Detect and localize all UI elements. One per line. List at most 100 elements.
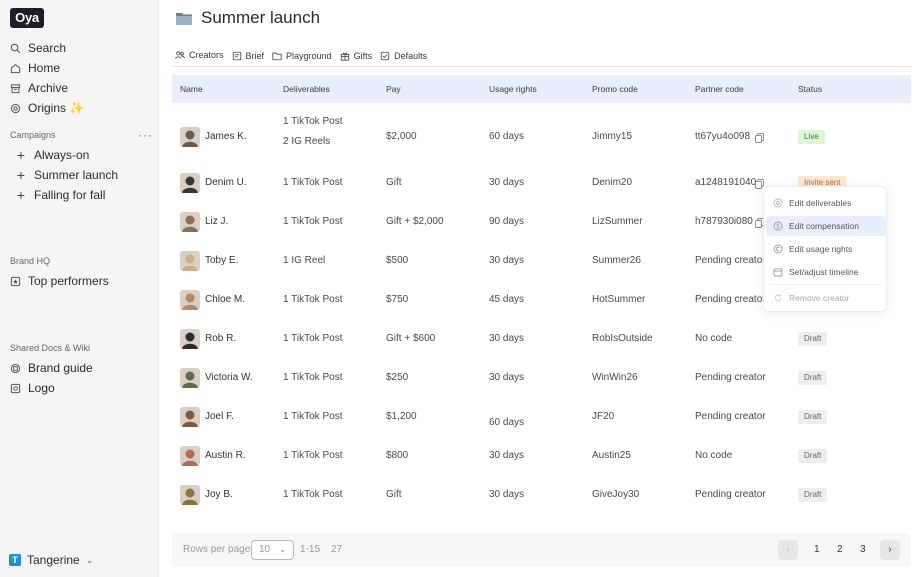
sidebar-item-origins[interactable]: Origins ✨	[10, 98, 84, 118]
pay-value: $2,000	[386, 131, 417, 142]
creator-name[interactable]: Austin R.	[205, 450, 246, 461]
menu-item-label: Remove creator	[789, 293, 850, 303]
deliverable-item: 1 TikTok Post	[283, 372, 343, 383]
creator-name[interactable]: Victoria W.	[205, 372, 253, 383]
promo-code-value: Summer26	[592, 255, 641, 266]
menu-item-edit-deliverables[interactable]: Edit deliverables	[766, 193, 886, 213]
deliverable-item: 1 TikTok Post	[283, 177, 343, 188]
status-badge: Draft	[798, 449, 828, 463]
workspace-switcher[interactable]: T Tangerine ⌄	[9, 553, 93, 567]
copy-icon[interactable]	[755, 132, 764, 143]
column-header-promo-code[interactable]: Promo code	[592, 75, 638, 103]
page-1[interactable]: 1	[814, 533, 820, 567]
tab-defaults[interactable]: Defaults	[378, 49, 433, 67]
table-row[interactable]: Victoria W. 1 TikTok Post $250 30 days WinWi…	[172, 365, 911, 395]
chevron-down-icon: ⌄	[85, 554, 94, 565]
table-row[interactable]: Joy B. 1 TikTok Post Gift 30 days GiveJoy30 P…	[172, 482, 911, 512]
tab-playground[interactable]: Playground	[270, 49, 338, 67]
deliverable-item: 1 TikTok Post	[283, 411, 343, 422]
creator-name[interactable]: Chloe M.	[205, 294, 245, 305]
tab-label: Gifts	[353, 50, 373, 61]
oya-logo[interactable]: Oya	[10, 8, 44, 28]
book-icon	[10, 363, 21, 374]
deliverable-item: 1 TikTok Post	[283, 450, 343, 461]
page-3[interactable]: 3	[860, 533, 866, 567]
sidebar-item-logo[interactable]: Logo	[10, 378, 55, 398]
sidebar-item-top-performers[interactable]: Top performers	[10, 271, 109, 291]
column-header-name[interactable]: Name	[180, 75, 203, 103]
status-badge: Draft	[798, 410, 828, 424]
partner-code-value: h787930i080	[695, 216, 753, 227]
sidebar-item-always-on[interactable]: + Always-on	[16, 145, 89, 165]
chevron-right-icon: ›	[888, 544, 892, 555]
sidebar-item-archive[interactable]: Archive	[10, 78, 68, 98]
sidebar-item-label: Origins ✨	[28, 101, 85, 115]
sidebar-item-falling-for-fall[interactable]: + Falling for fall	[16, 185, 105, 205]
menu-item-remove-creator[interactable]: Remove creator	[766, 288, 886, 308]
pagination-bar: Rows per page 10 ⌄ 1-15 27 ‹ 1 2 3 ›	[172, 533, 911, 567]
column-header-status[interactable]: Status	[798, 75, 822, 103]
deliverable-item: 1 TikTok Post	[283, 216, 343, 227]
page-2[interactable]: 2	[837, 533, 843, 567]
rows-per-page-select[interactable]: 10 ⌄	[251, 540, 294, 560]
tab-gifts[interactable]: Gifts	[338, 49, 379, 67]
usage-rights-value: 30 days	[489, 255, 525, 266]
sidebar-item-label: Archive	[28, 81, 69, 95]
creator-name[interactable]: Toby E.	[205, 255, 238, 266]
avatar	[180, 329, 200, 349]
tab-divider	[172, 66, 912, 67]
sidebar-item-search[interactable]: Search	[10, 38, 66, 58]
creator-name[interactable]: Joy B.	[205, 489, 233, 500]
menu-item-edit-compensation[interactable]: $ Edit compensation	[766, 216, 886, 236]
table-row[interactable]: Joel F. 1 TikTok Post $1,200 60 days JF20 Pen…	[172, 404, 911, 434]
plus-icon: +	[16, 147, 26, 163]
status-badge: Draft	[798, 371, 828, 385]
sidebar-item-home[interactable]: Home	[10, 58, 60, 78]
column-header-pay[interactable]: Pay	[386, 75, 401, 103]
table-row[interactable]: Austin R. 1 TikTok Post $800 30 days Austin2…	[172, 443, 911, 473]
copyright-icon	[773, 244, 783, 254]
copy-icon[interactable]	[755, 178, 764, 189]
pay-value: $1,200	[386, 411, 417, 422]
sidebar-item-brand-guide[interactable]: Brand guide	[10, 358, 93, 378]
promo-code-value: RobIsOutside	[592, 333, 653, 344]
column-header-usage-rights[interactable]: Usage rights	[489, 75, 537, 103]
sidebar-item-summer-launch[interactable]: + Summer launch	[16, 165, 118, 185]
creator-name[interactable]: Joel F.	[205, 411, 234, 422]
brand-hq-section-label: Brand HQ	[10, 256, 51, 266]
image-icon	[10, 383, 21, 394]
menu-item-edit-usage-rights[interactable]: Edit usage rights	[766, 239, 886, 259]
total-count: 27	[331, 544, 343, 555]
promo-code-value: Jimmy15	[592, 131, 633, 142]
table-row[interactable]: James K. 1 TikTok Post 2 IG Reels $2,000 60 …	[172, 116, 911, 148]
menu-item-label: Edit deliverables	[789, 198, 852, 208]
creator-name[interactable]: Liz J.	[205, 216, 228, 227]
tab-label: Defaults	[394, 50, 428, 61]
deliverable-item: 2 IG Reels	[283, 136, 331, 147]
column-header-deliverables[interactable]: Deliverables	[283, 75, 330, 103]
tab-label: Creators	[189, 50, 224, 60]
next-page-button[interactable]: ›	[880, 540, 900, 560]
sidebar-item-label: Home	[28, 61, 61, 75]
table-row[interactable]: Rob R. 1 TikTok Post Gift + $600 30 days Rob…	[172, 326, 911, 356]
creator-name[interactable]: Rob R.	[205, 333, 236, 344]
tab-brief[interactable]: Brief	[230, 49, 271, 67]
deliverable-item: 1 TikTok Post	[283, 294, 343, 305]
menu-item-set-timeline[interactable]: Set/adjust timeline	[766, 262, 886, 282]
pay-value: $750	[386, 294, 409, 305]
promo-code-value: Denim20	[592, 177, 633, 188]
prev-page-button[interactable]: ‹	[778, 540, 798, 560]
pay-value: Gift + $600	[386, 333, 436, 344]
creator-name[interactable]: James K.	[205, 131, 247, 142]
promo-code-value: LizSummer	[592, 216, 643, 227]
column-header-partner-code[interactable]: Partner code	[695, 75, 744, 103]
avatar	[180, 290, 200, 310]
creator-name[interactable]: Denim U.	[205, 177, 247, 188]
more-icon[interactable]: ···	[138, 128, 153, 142]
usage-rights-value: 30 days	[489, 177, 525, 188]
plus-icon: +	[16, 167, 26, 183]
tab-creators[interactable]: Creators	[173, 49, 230, 67]
archive-icon	[10, 83, 21, 94]
dollar-icon: $	[773, 221, 783, 231]
star-box-icon	[10, 276, 21, 287]
